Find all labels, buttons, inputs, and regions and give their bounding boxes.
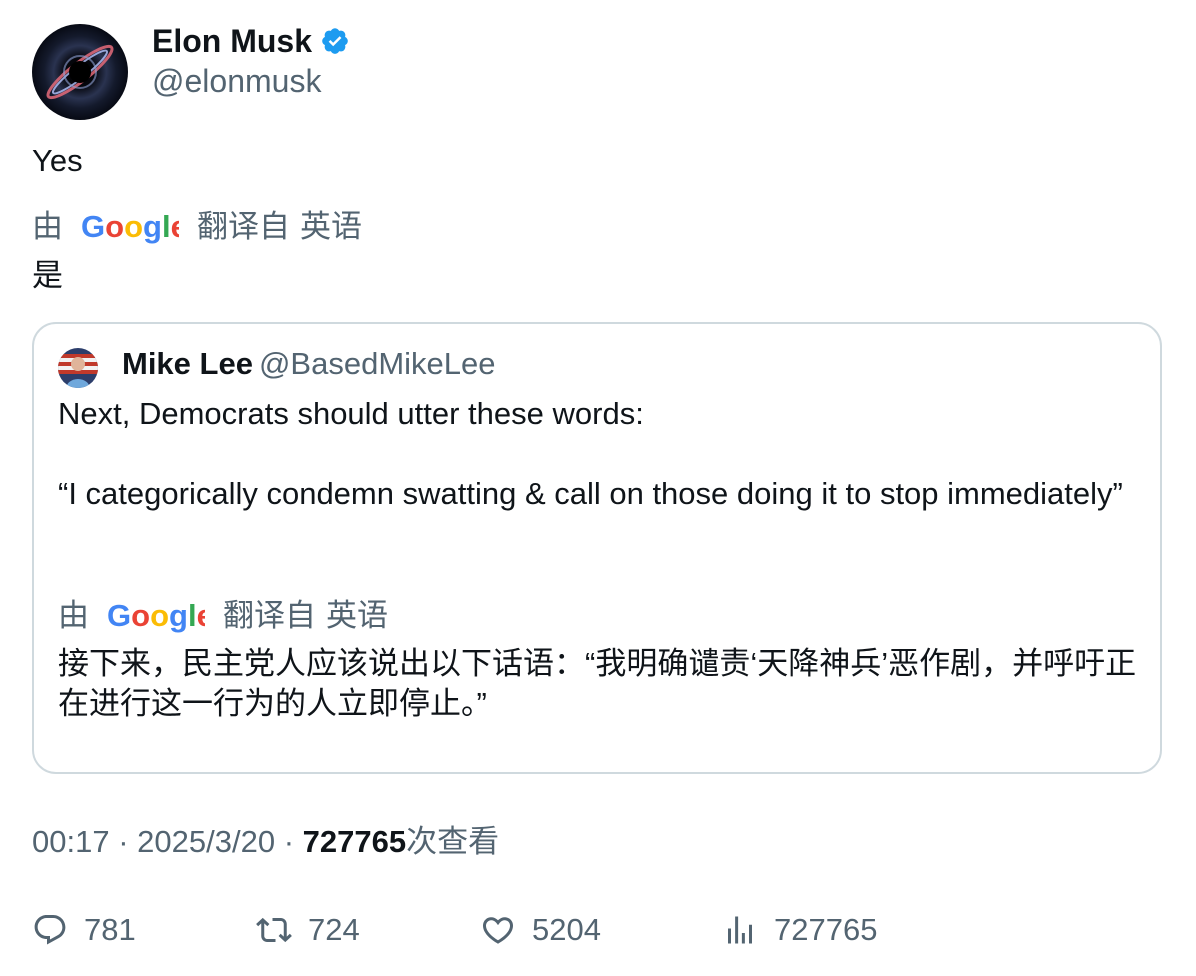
- translation-attribution[interactable]: 由 Google 翻译自 英语: [32, 207, 362, 247]
- views-button[interactable]: 727765: [722, 908, 877, 952]
- quote-author-row: Mike Lee @BasedMikeLee: [122, 344, 496, 384]
- like-button[interactable]: 5204: [480, 908, 601, 952]
- views-count: 727765: [302, 824, 407, 859]
- google-logo-icon: Google: [107, 599, 205, 633]
- source-language: 英语: [300, 209, 362, 244]
- tweet-text: Yes: [32, 143, 83, 178]
- quote-translated-by-label: 由: [58, 598, 89, 633]
- quoted-tweet-card[interactable]: Mike Lee @BasedMikeLee Next, Democrats sh…: [32, 322, 1162, 774]
- quote-author-name[interactable]: Mike Lee: [122, 346, 253, 381]
- verified-badge-icon: [322, 28, 348, 54]
- quote-author-avatar[interactable]: [58, 348, 98, 388]
- reply-button[interactable]: 781: [32, 908, 136, 952]
- views-label: 次查看: [406, 824, 500, 859]
- quote-translated-from-label: 翻译自: [223, 598, 316, 633]
- retweet-count: 724: [308, 912, 360, 947]
- tweet-translated-text: 是: [32, 258, 63, 293]
- quote-translation-attribution[interactable]: 由 Google 翻译自 英语: [58, 596, 388, 636]
- author-name[interactable]: Elon Musk: [152, 22, 312, 60]
- google-logo-icon: Google: [81, 210, 179, 244]
- analytics-bar-icon: [728, 916, 752, 944]
- quote-translated-text: 接下来，民主党人应该说出以下话语：“我明确谴责‘天降神兵’恶作剧，并呼吁正在进行…: [58, 646, 1137, 721]
- tweet-meta: 00:17 · 2025/3/20 · 727765次查看: [32, 822, 499, 862]
- author-name-row[interactable]: Elon Musk: [152, 22, 350, 60]
- reply-icon: [34, 915, 66, 945]
- black-hole-avatar-image: [32, 24, 128, 120]
- like-count: 5204: [532, 912, 601, 947]
- author-avatar[interactable]: [32, 24, 128, 120]
- svg-text:Google: Google: [81, 210, 179, 244]
- svg-text:Google: Google: [107, 599, 205, 633]
- reply-count: 781: [84, 912, 136, 947]
- tweet-date[interactable]: 2025/3/20: [137, 824, 275, 859]
- views-action-count: 727765: [774, 912, 878, 947]
- retweet-icon: [256, 917, 292, 943]
- retweet-button[interactable]: 724: [256, 908, 360, 952]
- heart-icon: [482, 917, 514, 944]
- meta-separator: ·: [283, 824, 295, 859]
- meta-separator: ·: [118, 824, 129, 859]
- translated-by-label: 由: [32, 209, 63, 244]
- quote-source-language: 英语: [326, 598, 388, 633]
- author-handle[interactable]: @elonmusk: [152, 62, 321, 100]
- translated-from-label: 翻译自: [197, 209, 290, 244]
- tweet-time[interactable]: 00:17: [32, 824, 110, 859]
- person-flag-avatar-image: [58, 348, 98, 388]
- quote-author-handle[interactable]: @BasedMikeLee: [259, 346, 496, 381]
- quote-text: Next, Democrats should utter these words…: [58, 396, 1123, 511]
